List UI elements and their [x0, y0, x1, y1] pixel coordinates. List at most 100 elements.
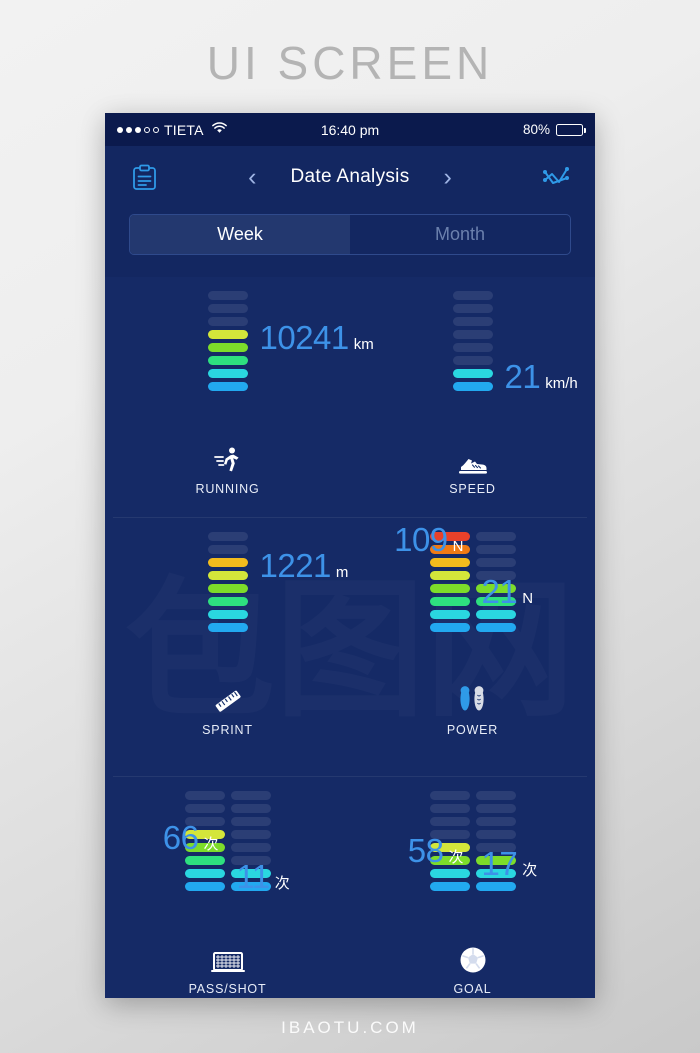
meter-pass-shot: 66 次 11 次	[163, 791, 290, 937]
bar-columns	[207, 532, 248, 632]
meter-bar	[429, 869, 470, 878]
metric-power[interactable]: 109 N 21 N POWER	[350, 518, 595, 776]
meter-bar	[184, 882, 225, 891]
meter-bar	[184, 791, 225, 800]
battery-percent-label: 80%	[522, 122, 550, 137]
metric-value-goal-secondary: 17 次	[482, 847, 538, 880]
page-heading: Date Analysis	[290, 166, 410, 187]
bar-columns	[207, 291, 248, 391]
meter-bar	[429, 791, 470, 800]
battery-icon	[556, 123, 587, 136]
shoe-icon	[457, 441, 489, 475]
meter-bar	[207, 369, 248, 378]
metric-sprint[interactable]: 1221 m SPRINT	[105, 518, 350, 776]
meter-bar	[207, 532, 248, 541]
metric-value-pass-shot: 66 次	[163, 821, 219, 854]
running-icon	[213, 441, 243, 475]
meter-bar	[207, 317, 248, 326]
phone-screen: TIETA 16:40 pm 80% ‹ Date Analysis › Wee…	[105, 113, 595, 998]
meter-power: 109 N 21 N	[394, 523, 533, 678]
meter-bar	[429, 584, 470, 593]
metric-label: PASS/SHOT	[188, 982, 267, 996]
meter-bar	[452, 356, 493, 365]
meter-bar	[452, 343, 493, 352]
metric-value-power-secondary: 21 N	[482, 575, 534, 608]
meter-bar	[429, 817, 470, 826]
meter-bar	[429, 597, 470, 606]
metric-unit: km/h	[545, 375, 578, 392]
meter-bar	[475, 623, 516, 632]
metric-value-goal: 58 次	[408, 834, 464, 867]
prev-period-button[interactable]: ‹	[248, 164, 256, 190]
metric-goal[interactable]: 58 次 17 次 GOAL	[350, 777, 595, 998]
meter-bar	[207, 571, 248, 580]
meter-bar	[475, 532, 516, 541]
meter-bar	[207, 330, 248, 339]
metric-label: POWER	[446, 723, 499, 737]
trend-chart-icon[interactable]	[541, 162, 571, 192]
metric-unit: 次	[448, 849, 464, 866]
meter-bar	[475, 545, 516, 554]
meter-bar	[475, 558, 516, 567]
meter-bar	[207, 610, 248, 619]
tab-month[interactable]: Month	[350, 215, 570, 254]
meter-bar	[207, 623, 248, 632]
clipboard-icon[interactable]	[129, 162, 159, 192]
metric-unit: 次	[274, 875, 290, 892]
metric-value: 58	[407, 832, 444, 869]
meter-bar	[230, 817, 271, 826]
wifi-icon	[211, 122, 227, 137]
metric-value: 17	[481, 845, 518, 882]
meter-bar	[207, 382, 248, 391]
metric-unit: N	[522, 590, 534, 607]
meter-speed: 21 km/h	[452, 291, 578, 437]
ruler-icon	[212, 682, 244, 716]
metric-label: RUNNING	[195, 482, 260, 496]
metric-value-speed: 21 km/h	[505, 360, 578, 393]
meter-bar	[207, 304, 248, 313]
meter-bar	[475, 830, 516, 839]
footer-brand: IBAOTU.COM	[281, 1018, 419, 1037]
meter-running: 10241 km	[207, 291, 374, 437]
next-period-button[interactable]: ›	[444, 164, 452, 190]
metric-speed[interactable]: 21 km/h SPEED	[350, 277, 595, 517]
meter-bar	[452, 304, 493, 313]
metric-label: SPRINT	[202, 723, 253, 737]
meter-bar	[475, 791, 516, 800]
metric-unit: N	[452, 538, 464, 555]
status-bar-left: TIETA	[117, 122, 227, 138]
meter-bar	[475, 804, 516, 813]
footprints-icon	[456, 682, 490, 716]
metrics-body: 包图网 10241kmRUNNING 21km/hSPEED 1221mSPRI…	[105, 277, 595, 998]
metric-unit: 次	[522, 862, 538, 879]
meter-bar	[207, 343, 248, 352]
metric-pass-shot[interactable]: 66 次 11 次 PASS/SHOT	[105, 777, 350, 998]
meter-bar	[475, 817, 516, 826]
metric-value: 109	[394, 521, 448, 558]
metric-value-pass-shot-secondary: 11 次	[237, 860, 290, 893]
meter-bar	[184, 804, 225, 813]
metric-label: SPEED	[449, 482, 496, 496]
goal-net-icon	[210, 941, 246, 975]
tab-week[interactable]: Week	[130, 215, 350, 254]
meter-bar	[184, 869, 225, 878]
meter-bar	[230, 830, 271, 839]
meter-bar	[452, 382, 493, 391]
bar-column	[207, 532, 248, 632]
meter-bar	[452, 330, 493, 339]
page-title: UI SCREEN	[206, 37, 494, 89]
metrics-row-3: 66 次 11 次 PASS/SHOT 58 次 17 次 GOAL	[105, 777, 595, 998]
meter-bar	[475, 610, 516, 619]
meter-goal: 58 次 17 次	[408, 791, 537, 937]
app-header: ‹ Date Analysis ›	[105, 146, 595, 208]
meter-bar	[429, 558, 470, 567]
meter-bar	[207, 291, 248, 300]
meter-bar	[230, 791, 271, 800]
metrics-row-2: 1221 m SPRINT 109 N 21 N POWER	[105, 518, 595, 776]
status-bar: TIETA 16:40 pm 80%	[105, 113, 595, 146]
meter-bar	[207, 545, 248, 554]
meter-bar	[184, 856, 225, 865]
meter-bar	[207, 356, 248, 365]
period-segmented-control: Week Month	[129, 214, 571, 255]
metric-running[interactable]: 10241 km RUNNING	[105, 277, 374, 517]
